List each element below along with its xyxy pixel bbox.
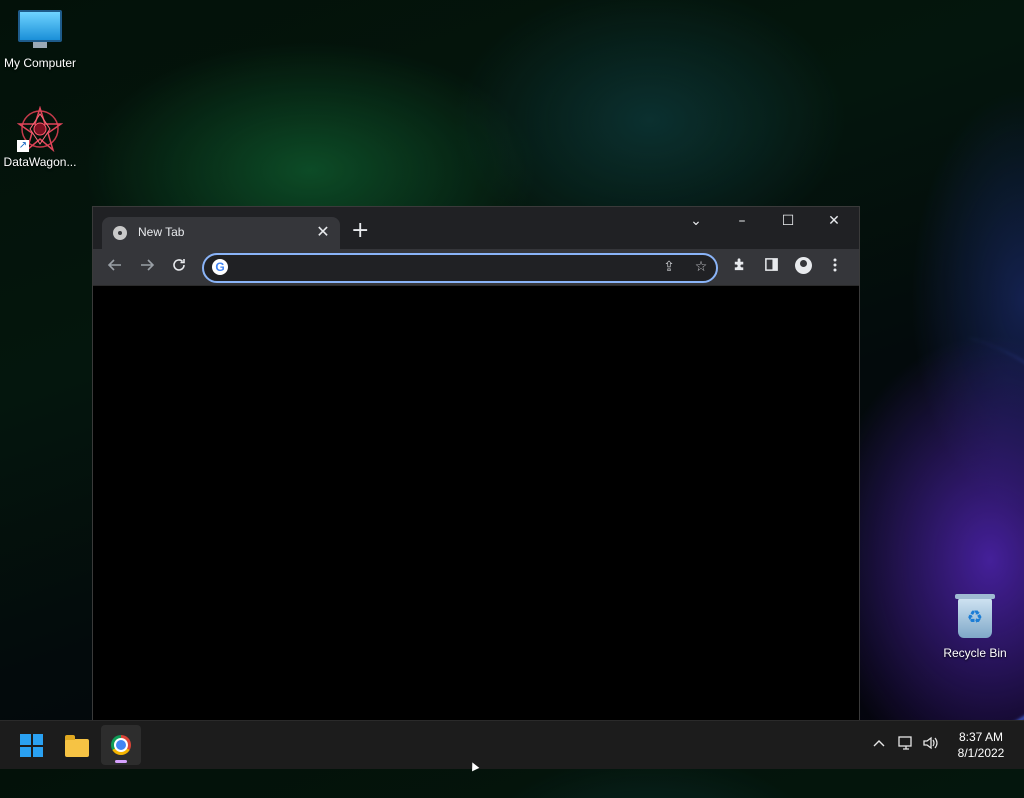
tab-new-tab[interactable]: New Tab ✕: [102, 217, 340, 249]
back-button[interactable]: [104, 257, 126, 278]
star-shortcut-icon: ↗: [16, 105, 64, 153]
taskbar-google-chrome[interactable]: [101, 725, 141, 765]
desktop-icon-recycle-bin[interactable]: ♻ Recycle Bin: [935, 594, 1015, 660]
bookmark-star-icon[interactable]: ☆: [692, 259, 710, 275]
network-icon[interactable]: [896, 735, 916, 755]
browser-window: New Tab ✕ + ⌄ – ☐ ✕ G ⇪ ☆: [92, 206, 860, 722]
minimize-button[interactable]: –: [727, 213, 757, 229]
title-bar: New Tab ✕ + ⌄ – ☐ ✕: [93, 207, 859, 249]
folder-icon: [65, 735, 89, 757]
new-tab-button[interactable]: +: [351, 220, 369, 242]
desktop-icon-my-computer[interactable]: My Computer: [0, 10, 80, 70]
chevron-up-icon: [873, 740, 885, 747]
page-content[interactable]: [93, 286, 859, 721]
puzzle-icon: [734, 258, 743, 271]
taskbar-file-explorer[interactable]: [57, 725, 97, 765]
clock-date: 8/1/2022: [957, 746, 1005, 760]
close-window-button[interactable]: ✕: [819, 213, 849, 229]
address-input[interactable]: [234, 258, 648, 280]
google-icon: G: [212, 259, 228, 275]
desktop-icon-datawagon[interactable]: ↗ DataWagon...: [0, 105, 80, 169]
tab-close-button[interactable]: ✕: [314, 222, 332, 241]
side-panel-button[interactable]: [760, 257, 782, 277]
chrome-icon: [111, 735, 131, 755]
shortcut-arrow-icon: ↗: [17, 140, 29, 152]
extensions-button[interactable]: [728, 257, 750, 277]
active-app-indicator: [115, 760, 127, 763]
clock-time: 8:37 AM: [958, 730, 1004, 744]
back-arrow-icon: [107, 259, 121, 271]
side-panel-icon: [764, 258, 778, 271]
chrome-favicon-icon: [113, 226, 127, 240]
tab-title: New Tab: [138, 225, 185, 239]
reload-button[interactable]: [168, 257, 190, 278]
recycle-bin-icon: ♻: [955, 594, 995, 638]
show-hidden-icons-button[interactable]: [869, 735, 889, 751]
tab-search-button[interactable]: ⌄: [681, 213, 711, 229]
profile-button[interactable]: [792, 257, 814, 279]
taskbar: 8:37 AM 8/1/2022: [0, 720, 1024, 769]
share-icon[interactable]: ⇪: [660, 259, 678, 275]
windows-logo-icon: [20, 734, 43, 757]
monitor-icon: [18, 10, 62, 48]
forward-arrow-icon: [141, 259, 155, 271]
reload-icon: [173, 259, 185, 271]
forward-button[interactable]: [136, 257, 158, 278]
maximize-button[interactable]: ☐: [773, 213, 803, 229]
browser-toolbar: G ⇪ ☆: [93, 249, 859, 286]
desktop-icon-label: DataWagon...: [3, 155, 77, 169]
kebab-menu-icon: [833, 258, 837, 272]
menu-button[interactable]: [824, 257, 846, 278]
desktop-icon-label: Recycle Bin: [943, 646, 1007, 660]
start-button[interactable]: [12, 725, 52, 765]
volume-icon[interactable]: [921, 735, 941, 755]
profile-avatar-icon: [794, 257, 812, 274]
address-bar[interactable]: G ⇪ ☆: [202, 253, 718, 283]
taskbar-clock[interactable]: 8:37 AM 8/1/2022: [946, 729, 1016, 761]
desktop-icon-label: My Computer: [3, 56, 77, 70]
